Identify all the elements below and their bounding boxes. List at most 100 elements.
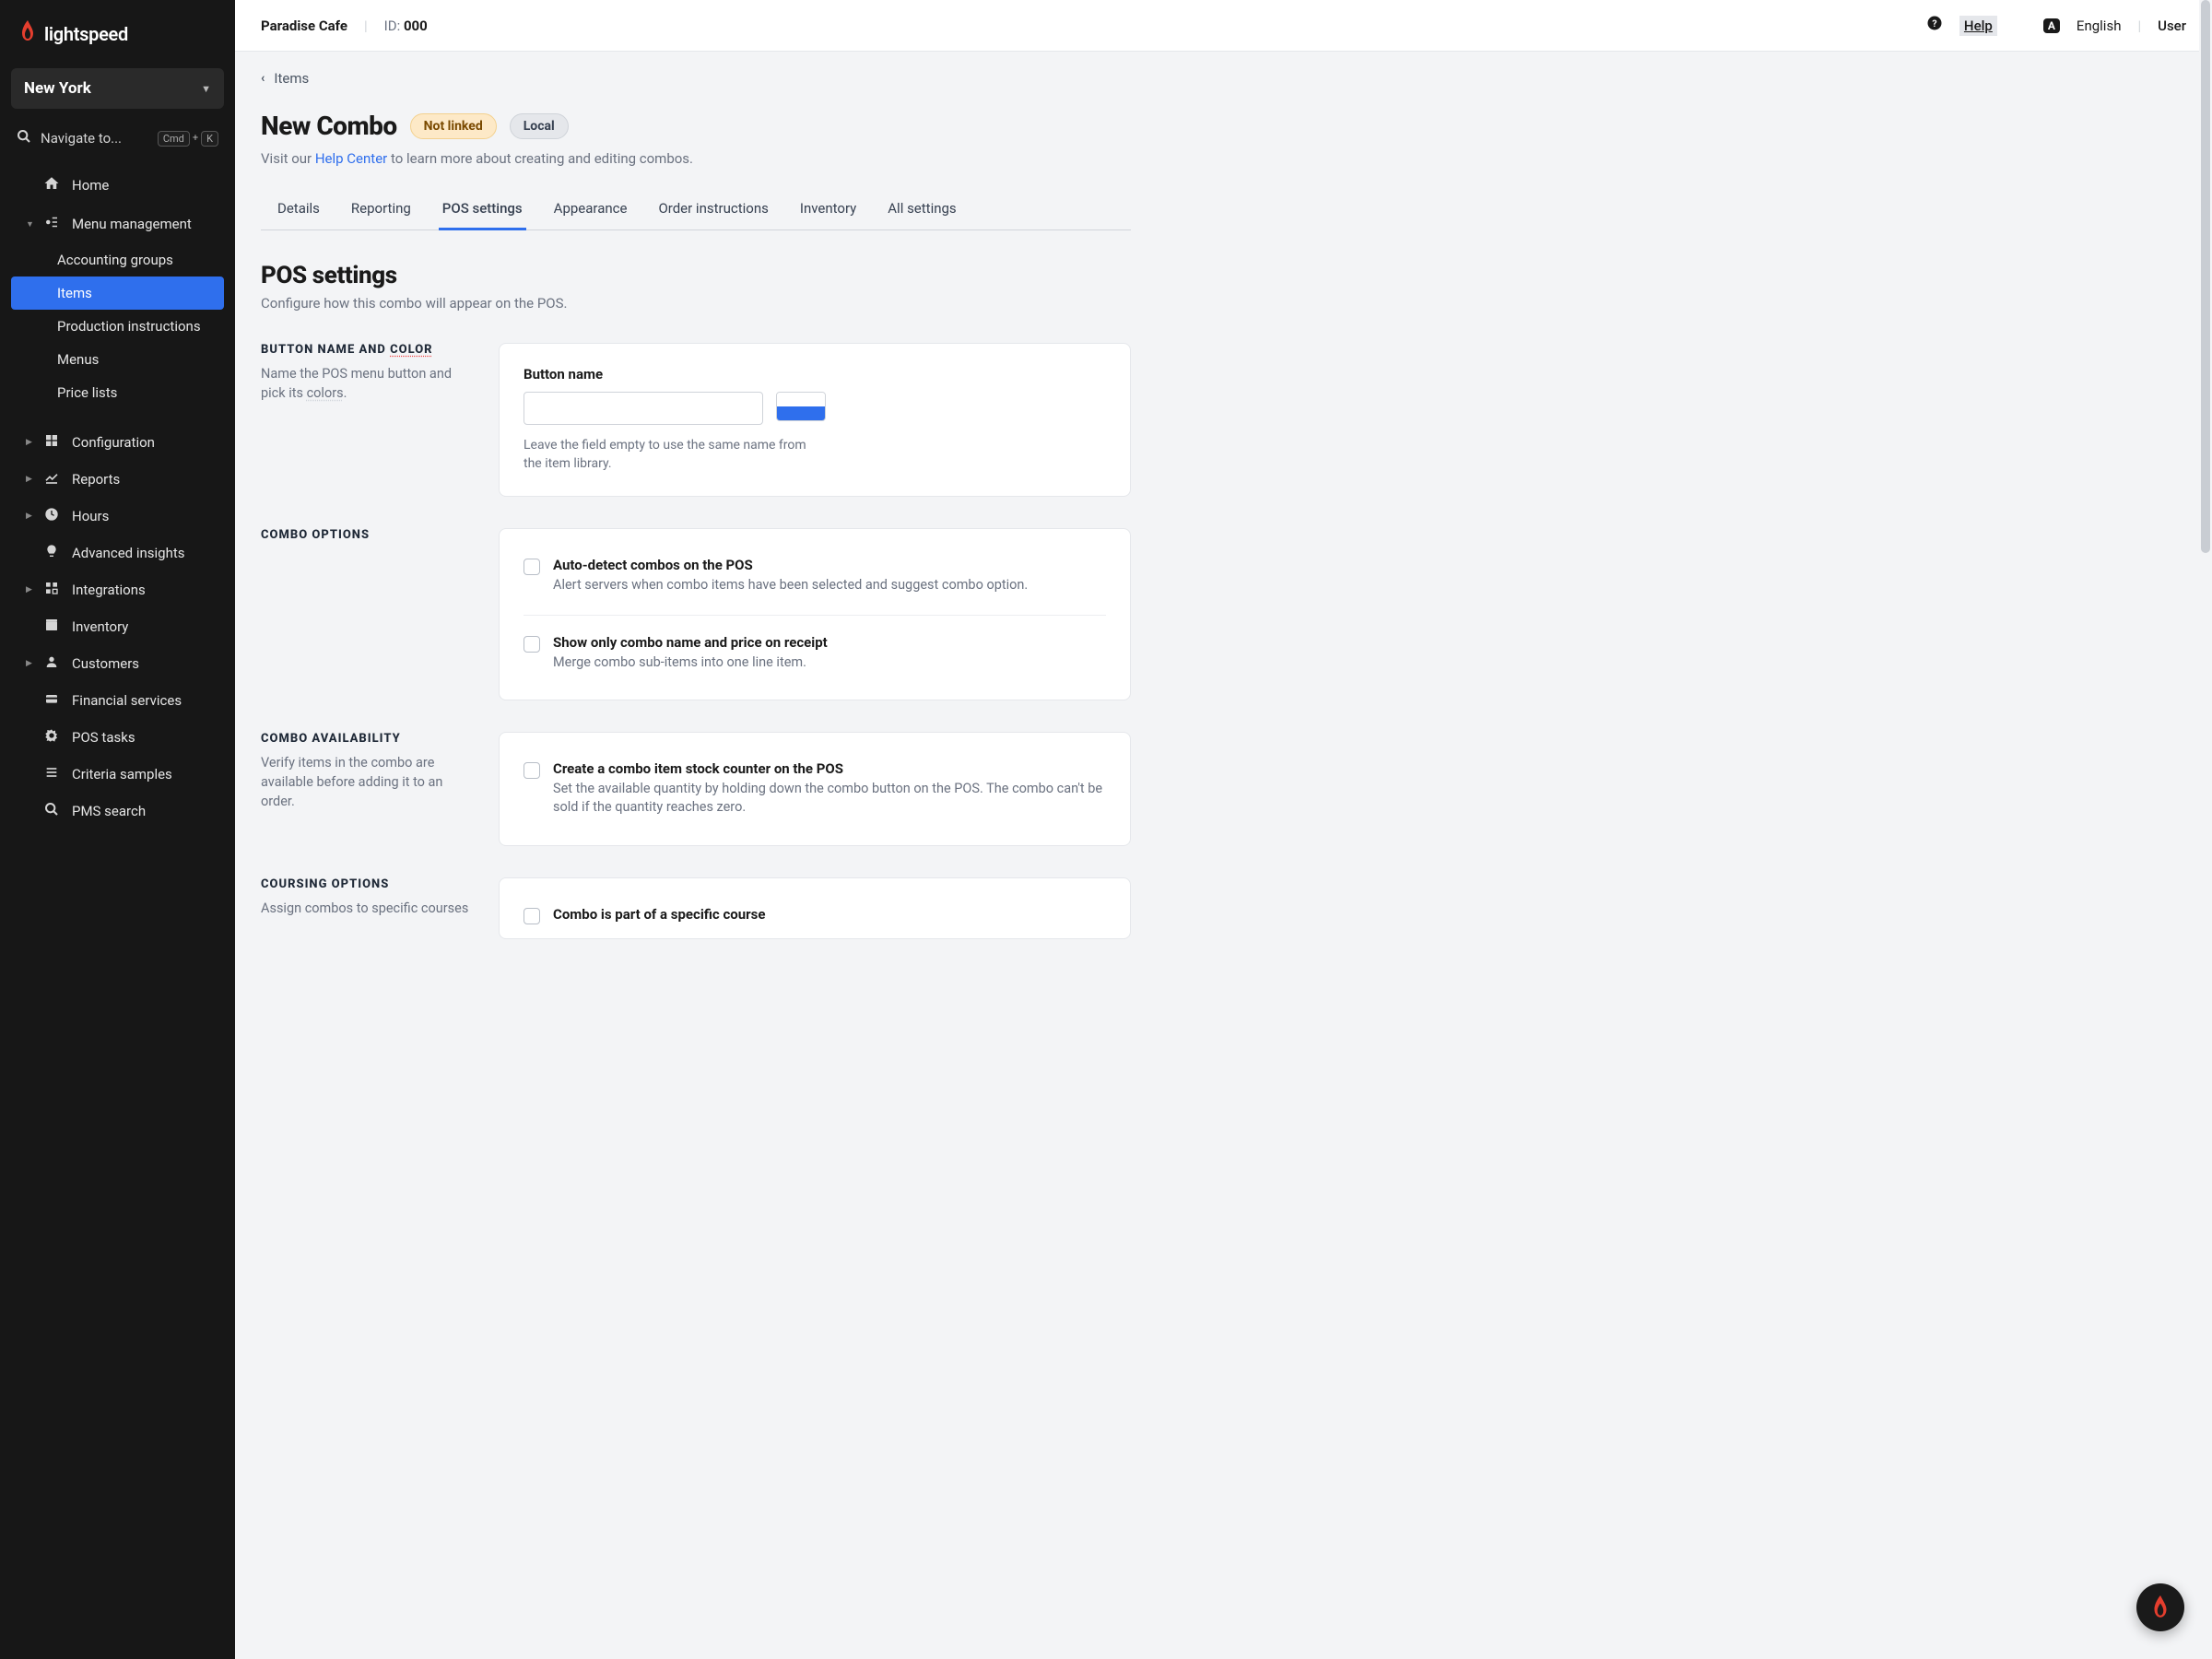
button-name-input[interactable] (524, 392, 763, 425)
brand-logo: lightspeed (0, 0, 235, 65)
search-icon (17, 129, 31, 147)
tab-inventory[interactable]: Inventory (800, 187, 856, 229)
nav-criteria-samples[interactable]: Criteria samples (0, 756, 235, 793)
user-icon (42, 654, 61, 673)
language-badge: A (2043, 18, 2060, 33)
search-icon (42, 802, 61, 820)
tab-all-settings[interactable]: All settings (888, 187, 956, 229)
flame-icon (18, 20, 37, 48)
main: Paradise Cafe | ID: 000 ? Help A English… (235, 0, 2212, 1659)
checkbox-specific-course[interactable] (524, 908, 540, 924)
home-icon (42, 175, 61, 195)
nav-pos-tasks[interactable]: POS tasks (0, 719, 235, 756)
show-only-desc: Merge combo sub-items into one line item… (553, 653, 828, 672)
business-name: Paradise Cafe (261, 18, 347, 34)
tabs: Details Reporting POS settings Appearanc… (261, 187, 1131, 230)
id-label: ID: (384, 18, 401, 34)
status-local: Local (510, 113, 569, 139)
nav-menus[interactable]: Menus (0, 343, 235, 376)
user-menu[interactable]: User (2158, 18, 2186, 34)
chevron-down-icon: ▼ (201, 83, 211, 95)
tab-appearance[interactable]: Appearance (554, 187, 628, 229)
nav-home[interactable]: Home (0, 166, 235, 205)
button-name-card: Button name Leave the field empty to use… (499, 343, 1131, 497)
nav-customers[interactable]: ▶ Customers (0, 645, 235, 682)
nav-hours[interactable]: ▶ Hours (0, 498, 235, 535)
list-icon (42, 765, 61, 783)
wallet-icon (42, 691, 61, 710)
coursing-options-heading: COURSING OPTIONS (261, 877, 473, 891)
nav-items[interactable]: Items (11, 276, 224, 310)
nav-reports[interactable]: ▶ Reports (0, 461, 235, 498)
coursing-options-desc: Assign combos to specific courses (261, 899, 473, 918)
id-value: 000 (404, 18, 428, 34)
nav: Home ▼ Menu management Accounting groups… (0, 166, 235, 1659)
gear-icon (42, 728, 61, 747)
checkbox-stock-counter[interactable] (524, 762, 540, 779)
button-name-help: Leave the field empty to use the same na… (524, 436, 818, 474)
caret-right-icon: ▶ (26, 585, 32, 594)
nav-advanced-insights[interactable]: Advanced insights (0, 535, 235, 571)
nav-inventory[interactable]: Inventory (0, 608, 235, 645)
keyboard-shortcut: Cmd + K (158, 131, 218, 147)
combo-availability-desc: Verify items in the combo are available … (261, 753, 473, 811)
tab-details[interactable]: Details (277, 187, 320, 229)
help-link[interactable]: Help (1959, 16, 1997, 36)
nav-production-instructions[interactable]: Production instructions (0, 310, 235, 343)
nav-price-lists[interactable]: Price lists (0, 376, 235, 409)
coursing-options-card: Combo is part of a specific course (499, 877, 1131, 939)
brand-name: lightspeed (44, 23, 128, 45)
fab-lightspeed[interactable] (2136, 1583, 2184, 1631)
location-selector[interactable]: New York ▼ (11, 68, 224, 109)
breadcrumb-label: Items (274, 70, 309, 87)
puzzle-icon (42, 581, 61, 599)
content-scroll[interactable]: ‹ Items New Combo Not linked Local Visit… (235, 52, 2212, 1659)
divider: | (2137, 18, 2141, 34)
svg-text:?: ? (1932, 18, 1936, 29)
scrollbar-thumb[interactable] (2201, 0, 2210, 553)
nav-configuration[interactable]: ▶ Configuration (0, 424, 235, 461)
nav-menu-management[interactable]: ▼ Menu management (0, 205, 235, 243)
tab-reporting[interactable]: Reporting (351, 187, 411, 229)
nav-pms-search[interactable]: PMS search (0, 793, 235, 830)
page-title: New Combo (261, 111, 397, 141)
button-name-heading: BUTTON NAME AND COLOR (261, 343, 473, 357)
language-selector[interactable]: English (2077, 18, 2122, 34)
tab-order-instructions[interactable]: Order instructions (658, 187, 768, 229)
tab-pos-settings[interactable]: POS settings (442, 187, 523, 229)
topbar: Paradise Cafe | ID: 000 ? Help A English… (235, 0, 2212, 52)
nav-financial-services[interactable]: Financial services (0, 682, 235, 719)
search-placeholder: Navigate to... (41, 130, 148, 147)
inventory-icon (42, 618, 61, 636)
show-only-title: Show only combo name and price on receip… (553, 634, 828, 651)
breadcrumb-back[interactable]: ‹ Items (261, 70, 1131, 87)
clock-icon (42, 507, 61, 525)
help-center-link[interactable]: Help Center (315, 150, 387, 167)
combo-availability-card: Create a combo item stock counter on the… (499, 732, 1131, 846)
stock-counter-desc: Set the available quantity by holding do… (553, 780, 1106, 818)
color-picker[interactable] (776, 392, 826, 421)
nav-accounting-groups[interactable]: Accounting groups (0, 243, 235, 276)
section-subtitle: Configure how this combo will appear on … (261, 295, 1131, 312)
nav-search[interactable]: Navigate to... Cmd + K (11, 124, 224, 153)
combo-options-card: Auto-detect combos on the POS Alert serv… (499, 528, 1131, 701)
sidebar: lightspeed New York ▼ Navigate to... Cmd… (0, 0, 235, 1659)
stock-counter-title: Create a combo item stock counter on the… (553, 760, 1106, 777)
checkbox-show-only[interactable] (524, 636, 540, 653)
nav-integrations[interactable]: ▶ Integrations (0, 571, 235, 608)
auto-detect-title: Auto-detect combos on the POS (553, 557, 1028, 573)
section-title: POS settings (261, 262, 1131, 289)
combo-options-heading: COMBO OPTIONS (261, 528, 473, 542)
caret-right-icon: ▶ (26, 438, 32, 447)
lightbulb-icon (42, 544, 61, 562)
menu-icon (42, 214, 61, 234)
caret-right-icon: ▶ (26, 512, 32, 521)
checkbox-auto-detect[interactable] (524, 559, 540, 575)
combo-availability-heading: COMBO AVAILABILITY (261, 732, 473, 746)
grid-icon (42, 433, 61, 452)
status-not-linked: Not linked (410, 113, 497, 139)
help-icon[interactable]: ? (1926, 15, 1943, 36)
scrollbar-track[interactable] (2199, 0, 2212, 1659)
button-name-desc: Name the POS menu button and pick its co… (261, 364, 473, 403)
chevron-left-icon: ‹ (261, 71, 265, 86)
